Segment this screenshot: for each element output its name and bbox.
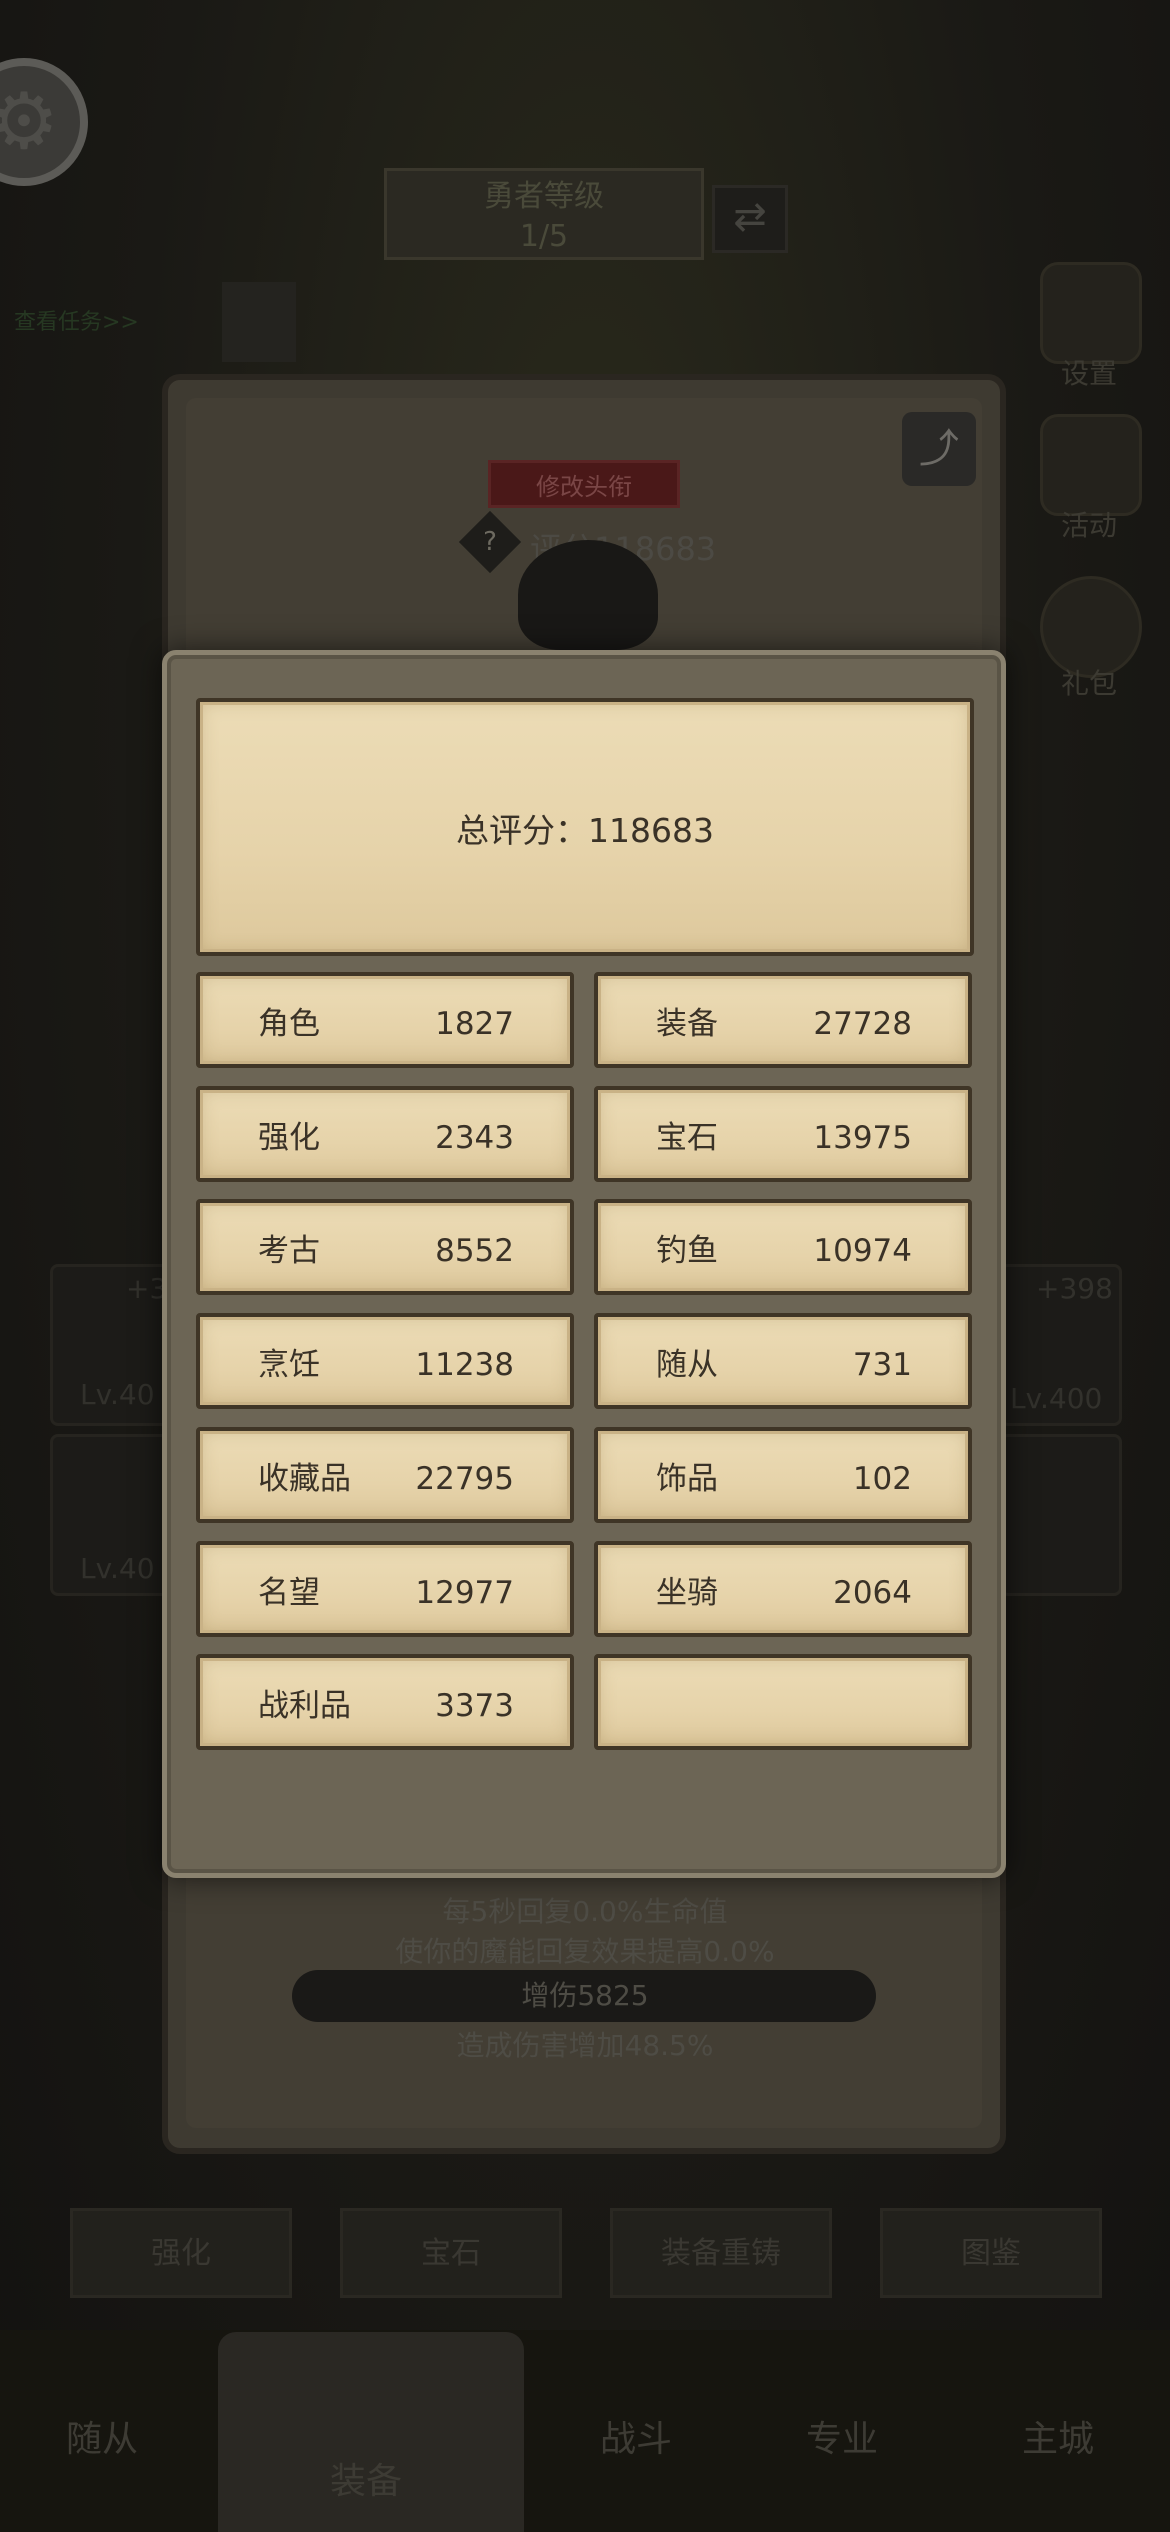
sidebar-gift-label: 礼包 bbox=[1060, 667, 1117, 700]
hero-rank-banner: 勇者等级 1/5 bbox=[384, 168, 704, 260]
nav-followers[interactable]: 随从 bbox=[66, 2410, 138, 2462]
hero-rank-title: 勇者等级 bbox=[484, 179, 604, 214]
score-cell-value: 12977 bbox=[415, 1575, 514, 1611]
score-cell-equipment: 装备 27728 bbox=[594, 972, 972, 1068]
reforge-button[interactable]: 装备重铸 bbox=[610, 2208, 832, 2298]
nav-city[interactable]: 主城 bbox=[1022, 2410, 1094, 2462]
score-cell-label: 宝石 bbox=[656, 1120, 718, 1156]
score-cell-value: 27728 bbox=[813, 1006, 912, 1042]
sidebar-events-icon[interactable] bbox=[1040, 414, 1142, 516]
score-cell-label: 坐骑 bbox=[656, 1575, 718, 1611]
score-cell-label: 收藏品 bbox=[258, 1461, 351, 1497]
score-cell-value: 731 bbox=[852, 1347, 912, 1383]
stat-line: 增伤5825 bbox=[521, 1979, 649, 2012]
score-cell-value: 102 bbox=[852, 1461, 912, 1497]
score-cell-empty bbox=[594, 1654, 972, 1750]
score-cell-mount: 坐骑 2064 bbox=[594, 1541, 972, 1637]
score-cell-value: 1827 bbox=[435, 1006, 514, 1042]
score-cell-label: 战利品 bbox=[258, 1688, 351, 1724]
score-cell-loot: 战利品 3373 bbox=[196, 1654, 574, 1750]
score-cell-followers: 随从 731 bbox=[594, 1313, 972, 1409]
score-cell-enhance: 强化 2343 bbox=[196, 1086, 574, 1182]
score-cell-gem: 宝石 13975 bbox=[594, 1086, 972, 1182]
score-cell-label: 名望 bbox=[258, 1575, 320, 1611]
share-icon[interactable]: ⤴ bbox=[902, 412, 976, 486]
quest-item-icon[interactable] bbox=[222, 282, 296, 362]
score-cell-character: 角色 1827 bbox=[196, 972, 574, 1068]
score-cell-value: 2343 bbox=[435, 1120, 514, 1156]
score-cell-cooking: 烹饪 11238 bbox=[196, 1313, 574, 1409]
sidebar-events-label: 活动 bbox=[1060, 509, 1117, 542]
score-cell-value: 3373 bbox=[435, 1688, 514, 1724]
slot-level: Lv.40 bbox=[80, 1378, 155, 1411]
score-cell-fishing: 钓鱼 10974 bbox=[594, 1199, 972, 1295]
score-cell-label: 装备 bbox=[656, 1006, 718, 1042]
stat-line: 使你的魔能回复效果提高0.0% bbox=[395, 1935, 775, 1968]
nav-profession[interactable]: 专业 bbox=[806, 2410, 878, 2462]
hero-rank-progress: 1/5 bbox=[519, 219, 569, 254]
sidebar-settings-icon[interactable] bbox=[1040, 262, 1142, 364]
score-cell-label: 角色 bbox=[258, 1006, 320, 1042]
score-cell-reputation: 名望 12977 bbox=[196, 1541, 574, 1637]
quest-link[interactable]: 查看任务>> bbox=[14, 304, 139, 336]
score-cell-value: 10974 bbox=[813, 1233, 912, 1269]
score-cell-label: 考古 bbox=[258, 1233, 320, 1269]
sidebar-settings-label: 设置 bbox=[1060, 357, 1117, 390]
gem-button[interactable]: 宝石 bbox=[340, 2208, 562, 2298]
total-score-label: 总评分：118683 bbox=[456, 811, 714, 850]
stat-line: 造成伤害增加48.5% bbox=[456, 2029, 714, 2062]
nav-battle[interactable]: 战斗 bbox=[600, 2410, 672, 2462]
score-cell-value: 11238 bbox=[415, 1347, 514, 1383]
enhance-button[interactable]: 强化 bbox=[70, 2208, 292, 2298]
equipment-slot[interactable] bbox=[1000, 1434, 1122, 1596]
score-cell-label: 强化 bbox=[258, 1120, 320, 1156]
bottom-nav bbox=[0, 2330, 1170, 2532]
score-cell-label: 饰品 bbox=[656, 1461, 718, 1497]
score-cell-value: 8552 bbox=[435, 1233, 514, 1269]
slot-level: Lv.400 bbox=[1010, 1382, 1103, 1415]
score-cell-collectibles: 收藏品 22795 bbox=[196, 1427, 574, 1523]
slot-level: Lv.40 bbox=[80, 1552, 155, 1585]
score-cell-value: 13975 bbox=[813, 1120, 912, 1156]
nav-equipment[interactable]: 装备 bbox=[330, 2452, 402, 2504]
score-cell-label: 随从 bbox=[656, 1347, 718, 1383]
score-cell-value: 2064 bbox=[833, 1575, 912, 1611]
score-cell-value: 22795 bbox=[415, 1461, 514, 1497]
score-cell-label: 烹饪 bbox=[258, 1347, 320, 1383]
swap-arrow-icon[interactable]: ⇄ bbox=[712, 185, 788, 253]
score-cell-accessories: 饰品 102 bbox=[594, 1427, 972, 1523]
edit-title-button[interactable]: 修改头衔 bbox=[488, 460, 680, 508]
stat-line: 每5秒回复0.0%生命值 bbox=[442, 1895, 728, 1928]
slot-bonus: +398 bbox=[1036, 1272, 1113, 1305]
score-cell-label: 钓鱼 bbox=[656, 1233, 718, 1269]
hero-helmet-avatar bbox=[518, 540, 658, 650]
score-cell-archaeology: 考古 8552 bbox=[196, 1199, 574, 1295]
score-help-icon[interactable]: ? bbox=[458, 510, 522, 574]
codex-button[interactable]: 图鉴 bbox=[880, 2208, 1102, 2298]
